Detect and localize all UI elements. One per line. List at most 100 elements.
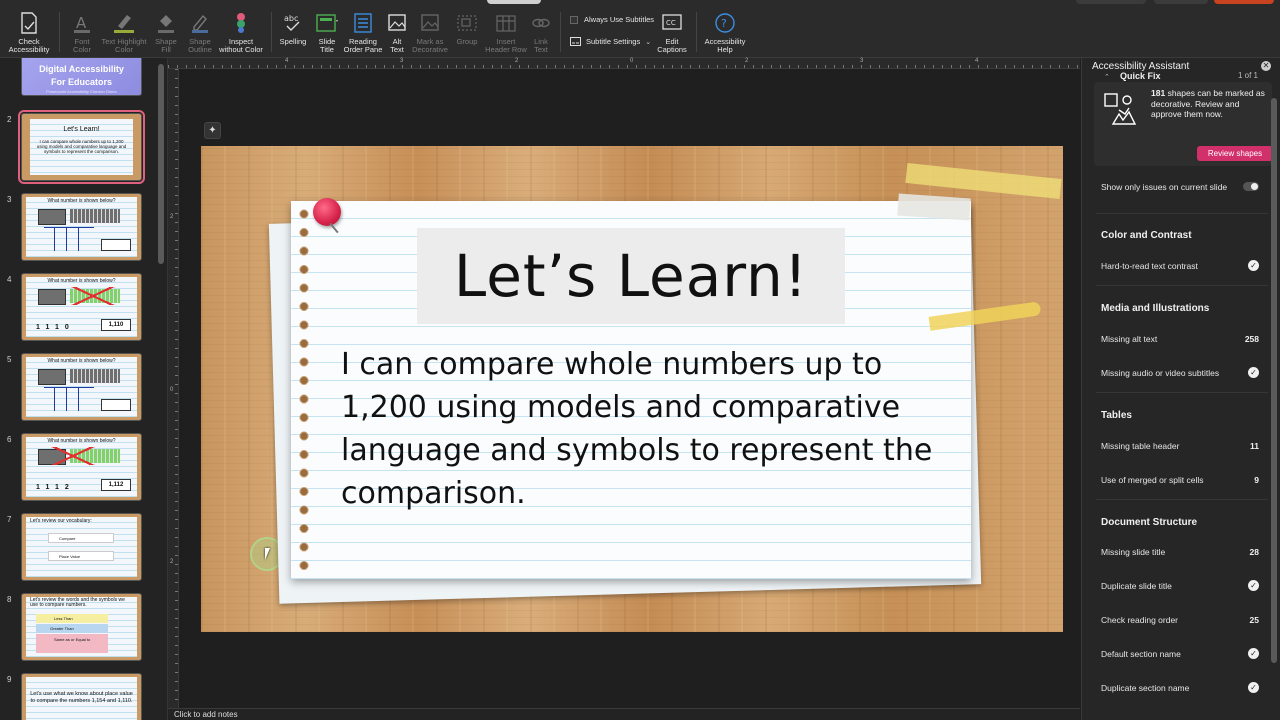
slide-thumbnail-1[interactable]: Digital Accessibility For Educators Powe… bbox=[0, 58, 160, 98]
issue-row-alt-text[interactable]: Missing alt text 258 bbox=[1101, 334, 1263, 344]
place-value-chart bbox=[44, 227, 94, 251]
slide-body-text[interactable]: I can compare whole numbers up to 1,200 … bbox=[341, 343, 961, 515]
alt-text-button[interactable]: Alt Text bbox=[383, 10, 411, 54]
help-question-icon: ? bbox=[714, 10, 736, 34]
thumbnail-scrollbar[interactable] bbox=[158, 64, 164, 264]
subtitle-settings-dropdown[interactable]: Subtitle Settings ⌄ bbox=[570, 37, 651, 46]
base-ten-rods bbox=[70, 209, 120, 223]
issue-row-missing-title[interactable]: Missing slide title 28 bbox=[1101, 547, 1263, 557]
thumbnail-image: Let's use what we know about place value… bbox=[21, 673, 142, 720]
record-button[interactable] bbox=[1154, 0, 1208, 4]
share-button[interactable] bbox=[1214, 0, 1274, 4]
close-icon[interactable]: ✕ bbox=[1261, 61, 1271, 71]
reading-order-pane-button[interactable]: Reading Order Pane bbox=[343, 10, 383, 54]
review-shapes-button[interactable]: Review shapes bbox=[1197, 146, 1273, 161]
active-tab-indicator bbox=[487, 0, 541, 4]
shape-outline-button[interactable]: Shape Outline bbox=[184, 10, 216, 54]
pane-scrollbar[interactable] bbox=[1271, 98, 1277, 663]
issue-label: Duplicate section name bbox=[1101, 683, 1190, 693]
mark-as-decorative-button[interactable]: Mark as Decorative bbox=[409, 10, 451, 54]
shape-fill-button[interactable]: Shape Fill bbox=[150, 10, 182, 54]
binder-holes bbox=[297, 207, 311, 577]
issue-label: Missing audio or video subtitles bbox=[1101, 368, 1220, 378]
inspect-without-color-button[interactable]: Inspect without Color bbox=[217, 10, 265, 54]
current-slide[interactable]: Let’s Learn! I can compare whole numbers… bbox=[201, 146, 1063, 632]
slide-thumbnail-5[interactable]: 5 What number is shown below? bbox=[0, 353, 160, 423]
spelling-button[interactable]: abc Spelling bbox=[277, 10, 309, 46]
slide-number: 2 bbox=[7, 115, 12, 124]
issue-row-subtitles[interactable]: Missing audio or video subtitles ✓ bbox=[1101, 367, 1263, 378]
place-value-chart bbox=[44, 387, 94, 411]
slide-thumbnail-pane[interactable]: Digital Accessibility For Educators Powe… bbox=[0, 58, 168, 720]
slide-number: 7 bbox=[7, 515, 12, 524]
ribbon-separator bbox=[560, 12, 561, 52]
check-icon: ✓ bbox=[1248, 260, 1259, 271]
insert-header-row-button[interactable]: Insert Header Row bbox=[484, 10, 528, 54]
issue-row-duplicate-title[interactable]: Duplicate slide title ✓ bbox=[1101, 580, 1263, 591]
slide-thumbnail-3[interactable]: 3 What number is shown below? bbox=[0, 193, 160, 263]
chevron-down-icon: ⌄ bbox=[645, 38, 652, 46]
slide-thumbnail-8[interactable]: 8 Let's review the words and the symbols… bbox=[0, 593, 160, 663]
ruler-number: 4 bbox=[285, 58, 289, 64]
issue-row-contrast[interactable]: Hard-to-read text contrast ✓ bbox=[1101, 260, 1263, 271]
issue-row-reading-order[interactable]: Check reading order 25 bbox=[1101, 615, 1263, 625]
cross-out-mark bbox=[70, 287, 116, 305]
slide-thumbnail-9[interactable]: 9 Let's use what we know about place val… bbox=[0, 673, 160, 720]
font-color-button[interactable]: A Font Color bbox=[66, 10, 98, 54]
thumbnail-paper: What number is shown below? 1112 1,112 bbox=[26, 437, 137, 497]
answer-box bbox=[101, 399, 131, 411]
show-only-current-toggle-row bbox=[1101, 182, 1263, 194]
issue-label: Check reading order bbox=[1101, 615, 1179, 625]
vocabulary-card: Place Value bbox=[48, 551, 114, 561]
ruler-number: 2 bbox=[745, 58, 749, 64]
quick-fix-pager: 1 of 1 bbox=[1237, 71, 1258, 80]
issue-row-default-section[interactable]: Default section name ✓ bbox=[1101, 648, 1263, 659]
ribbon-separator bbox=[271, 12, 272, 52]
group-button[interactable]: Group bbox=[452, 10, 482, 46]
designer-wand-icon[interactable]: ✦ bbox=[204, 122, 221, 139]
slide-number: 4 bbox=[7, 275, 12, 284]
mouse-cursor-icon bbox=[265, 548, 270, 560]
link-text-button[interactable]: Link Text bbox=[528, 10, 554, 54]
notes-placeholder[interactable]: Click to add notes bbox=[174, 710, 238, 719]
issue-label: Hard-to-read text contrast bbox=[1101, 261, 1198, 271]
issue-row-merged-cells[interactable]: Use of merged or split cells 9 bbox=[1101, 475, 1263, 485]
check-icon: ✓ bbox=[1248, 580, 1259, 591]
slide-editor[interactable]: 4 3 2 0 2 3 4 2 0 2 ✦ Let’s Learn! I can bbox=[168, 58, 1080, 710]
thumbnail-image: What number is shown below? bbox=[21, 353, 142, 421]
slide-title-button[interactable]: Slide Title bbox=[311, 10, 343, 54]
picture-icon bbox=[387, 10, 407, 34]
notebook-paper: Let’s Learn! I can compare whole numbers… bbox=[291, 201, 971, 579]
divider bbox=[1096, 499, 1268, 500]
vocabulary-row: Greater Than bbox=[36, 624, 108, 633]
comments-button[interactable] bbox=[1076, 0, 1146, 4]
edit-captions-button[interactable]: CC Edit Captions bbox=[656, 10, 688, 54]
checkbox-box[interactable] bbox=[570, 15, 578, 24]
vocabulary-card: Compare bbox=[48, 533, 114, 543]
closed-captions-icon: CC bbox=[661, 10, 683, 34]
thumbnail-image: What number is shown below? 1110 1,110 bbox=[21, 273, 142, 341]
thumbnail-image: What number is shown below? bbox=[21, 193, 142, 261]
slide-thumbnail-2[interactable]: 2 Let's Learn! I can compare whole numbe… bbox=[0, 110, 160, 184]
check-accessibility-button[interactable]: Check Accessibility bbox=[6, 10, 52, 54]
accessibility-help-button[interactable]: ? Accessibility Help bbox=[702, 10, 748, 54]
issue-row-duplicate-section[interactable]: Duplicate section name ✓ bbox=[1101, 682, 1263, 693]
collapse-icon[interactable]: ⌃ bbox=[1104, 73, 1110, 81]
text-highlight-color-button[interactable]: Text Highlight Color bbox=[100, 10, 148, 54]
slide-title[interactable]: Let’s Learn! bbox=[417, 242, 845, 310]
issue-count: 258 bbox=[1244, 334, 1259, 344]
always-use-subtitles-checkbox[interactable]: Always Use Subtitles bbox=[570, 15, 654, 24]
slide-thumbnail-7[interactable]: 7 Let's review our vocabulary: Compare P… bbox=[0, 513, 160, 583]
svg-text:A: A bbox=[76, 14, 87, 32]
place-value-digits: 1112 bbox=[36, 484, 75, 491]
issue-row-table-header[interactable]: Missing table header 11 bbox=[1101, 441, 1263, 451]
slide-thumbnail-6[interactable]: 6 What number is shown below? 1112 1,112 bbox=[0, 433, 160, 503]
ribbon-toolbar: Check Accessibility A Font Color Text Hi… bbox=[0, 0, 1280, 58]
notes-bar[interactable]: Click to add notes bbox=[168, 708, 1080, 720]
issue-count: 25 bbox=[1249, 615, 1259, 625]
thumbnail-title: Let's use what we know about place value… bbox=[30, 691, 133, 704]
show-only-current-toggle[interactable] bbox=[1243, 182, 1259, 191]
title-placeholder[interactable]: Let’s Learn! bbox=[417, 228, 845, 324]
base-ten-blocks bbox=[38, 209, 66, 225]
slide-thumbnail-4[interactable]: 4 What number is shown below? 1110 1,110 bbox=[0, 273, 160, 343]
